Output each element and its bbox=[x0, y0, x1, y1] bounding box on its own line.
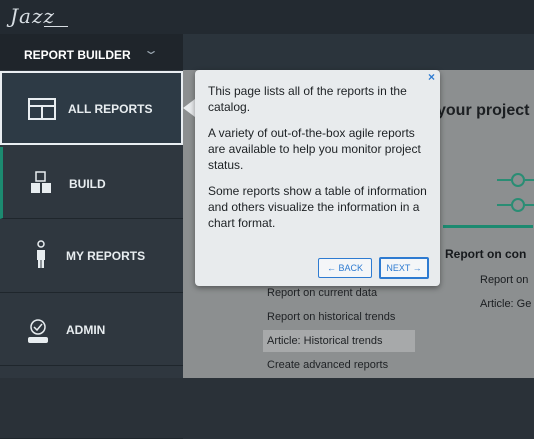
report-historical-trends-button[interactable]: Report on historical trends bbox=[263, 306, 415, 328]
table-icon bbox=[28, 98, 56, 120]
tooltip-text: A variety of out-of-the-box agile report… bbox=[208, 126, 421, 172]
right-list-item[interactable]: Report on bbox=[480, 274, 528, 286]
sidebar-header[interactable]: REPORT BUILDER ⌄ bbox=[0, 34, 183, 70]
tooltip-text: Some reports show a table of information… bbox=[208, 184, 427, 230]
connector-line bbox=[525, 204, 534, 206]
connector-line bbox=[497, 204, 511, 206]
sidebar-item-label: MY REPORTS bbox=[66, 249, 146, 263]
blocks-icon bbox=[31, 171, 51, 193]
circle-icon bbox=[511, 198, 525, 212]
article-historical-trends-button[interactable]: Article: Historical trends bbox=[263, 330, 415, 352]
sidebar-item-all-reports[interactable]: ALL REPORTS bbox=[0, 71, 183, 145]
jazz-logo: Jazz bbox=[10, 4, 56, 28]
sidebar-item-label: ADMIN bbox=[66, 323, 106, 337]
section-title: Report on con bbox=[445, 247, 527, 261]
tooltip-arrow bbox=[183, 99, 195, 117]
person-icon bbox=[37, 240, 45, 268]
right-list-item[interactable]: Article: Ge bbox=[480, 298, 531, 310]
chevron-down-icon[interactable]: ⌄ bbox=[143, 43, 159, 57]
sidebar-item-admin[interactable]: ADMIN bbox=[0, 293, 183, 366]
next-button[interactable]: NEXT → bbox=[379, 257, 429, 279]
back-button[interactable]: ← BACK bbox=[318, 258, 372, 278]
tour-tooltip: × This page lists all of the reports in … bbox=[195, 70, 440, 286]
create-advanced-reports-button[interactable]: Create advanced reports bbox=[263, 354, 415, 376]
content-header-bar bbox=[183, 34, 534, 70]
sidebar-item-more[interactable] bbox=[0, 366, 183, 439]
sidebar-item-build[interactable]: BUILD bbox=[0, 147, 183, 219]
admin-icon bbox=[28, 319, 48, 343]
sidebar-item-label: ALL REPORTS bbox=[68, 102, 153, 116]
top-bar: Jazz bbox=[0, 0, 534, 34]
sidebar-header-label: REPORT BUILDER bbox=[24, 48, 131, 62]
close-icon[interactable]: × bbox=[428, 70, 435, 84]
logo-underline bbox=[44, 26, 68, 27]
sidebar: REPORT BUILDER ⌄ ALL REPORTS BUILD MY RE… bbox=[0, 34, 183, 439]
tooltip-text: This page lists all of the reports in th… bbox=[208, 84, 407, 114]
connector-line bbox=[497, 179, 511, 181]
page-heading: your project bbox=[437, 102, 530, 119]
section-divider bbox=[443, 225, 533, 228]
connector-line bbox=[525, 179, 534, 181]
sidebar-item-label: BUILD bbox=[69, 177, 106, 191]
sidebar-item-my-reports[interactable]: MY REPORTS bbox=[0, 220, 183, 293]
circle-icon bbox=[511, 173, 525, 187]
